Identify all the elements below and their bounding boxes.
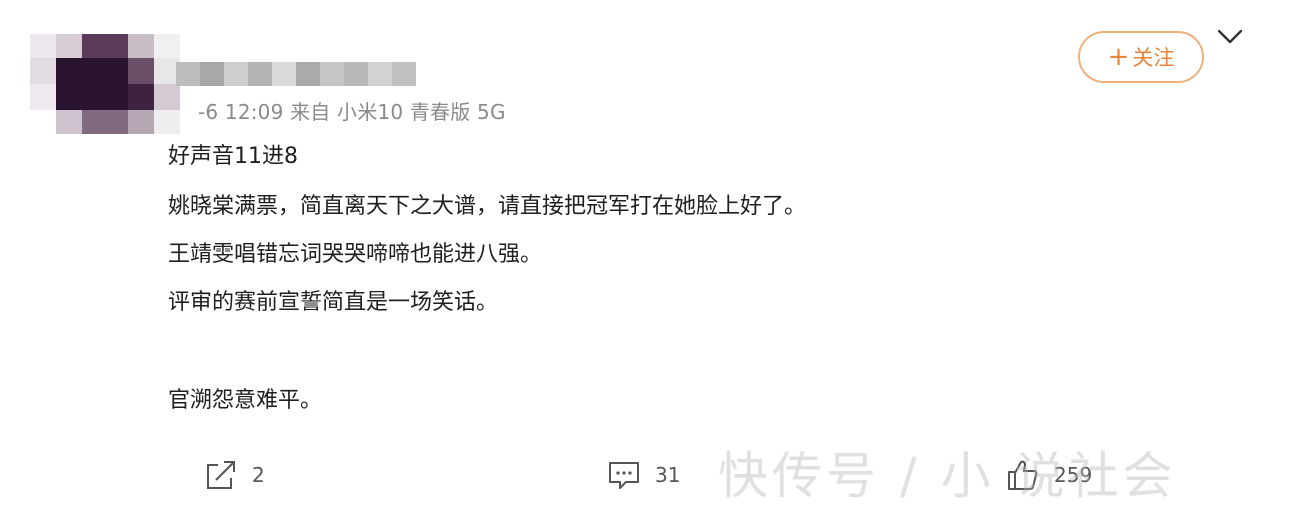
chevron-down-icon[interactable] — [1215, 26, 1245, 48]
comment-count: 31 — [655, 463, 681, 487]
thumbs-up-icon — [1006, 458, 1040, 492]
watermark: 快传号 / 小 说社会 — [718, 447, 1177, 505]
comment-icon — [607, 459, 641, 491]
post-line: 评审的赛前宣誓简直是一场笑话。 — [168, 290, 499, 315]
post-line: 好声音11进8 — [168, 144, 298, 169]
post-line: 官溯怨意难平。 — [168, 388, 323, 413]
post-line: 姚晓棠满票，简直离天下之大谱，请直接把冠军打在她脸上好了。 — [168, 194, 807, 219]
follow-label: 关注 — [1132, 46, 1175, 70]
post-line: 王靖雯唱错忘词哭哭啼啼也能进八强。 — [168, 242, 543, 267]
weibo-post-card: -6 12:09 来自 小米10 青春版 5G + 关注 好声音11进8 姚晓棠… — [0, 0, 1294, 508]
share-icon — [204, 459, 238, 491]
username[interactable] — [176, 62, 416, 86]
share-button[interactable]: 2 — [204, 458, 265, 492]
like-count: 259 — [1054, 463, 1093, 487]
comment-button[interactable]: 31 — [607, 458, 680, 492]
post-meta: -6 12:09 来自 小米10 青春版 5G — [198, 100, 506, 124]
plus-icon: + — [1107, 42, 1130, 72]
share-count: 2 — [252, 463, 265, 487]
like-button[interactable]: 259 — [1006, 458, 1092, 492]
avatar[interactable] — [30, 34, 200, 134]
follow-button[interactable]: + 关注 — [1078, 31, 1204, 83]
